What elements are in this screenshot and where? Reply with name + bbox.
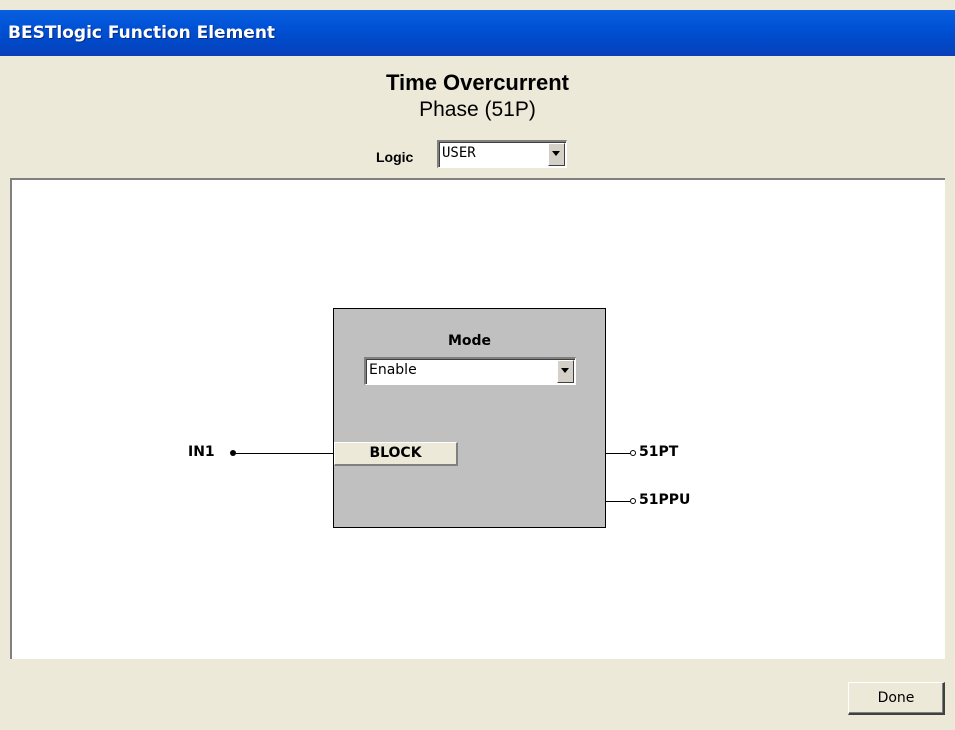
logic-select-value: USER [442, 145, 476, 161]
mode-dropdown-button[interactable] [557, 360, 574, 383]
logic-select[interactable]: USER [437, 140, 567, 168]
input-label-in1: IN1 [188, 444, 215, 460]
mode-select-value: Enable [369, 362, 417, 378]
output-label-51pt: 51PT [639, 444, 679, 460]
logic-dropdown-button[interactable] [548, 143, 565, 166]
done-button[interactable]: Done [848, 682, 945, 715]
output-wire-51ppu [606, 501, 630, 502]
logic-diagram-canvas: IN1 Mode Enable BLOCK 51PT 51PPU [10, 178, 945, 659]
logic-label: Logic [376, 149, 414, 165]
chevron-down-icon [552, 151, 560, 156]
title-bar[interactable]: BESTlogic Function Element [0, 10, 955, 56]
output-label-51ppu: 51PPU [639, 492, 691, 508]
dialog-window: BESTlogic Function Element Time Overcurr… [0, 0, 955, 730]
mode-label: Mode [447, 333, 492, 349]
footer-panel: Done [10, 659, 945, 730]
chevron-down-icon [561, 368, 569, 373]
header-panel: Time Overcurrent Phase (51P) Logic USER [10, 56, 945, 178]
function-subtitle: Phase (51P) [419, 98, 536, 121]
input-wire [234, 453, 334, 454]
block-input-button[interactable]: BLOCK [334, 442, 458, 466]
window-title: BESTlogic Function Element [8, 23, 276, 43]
output-wire-51pt [606, 453, 630, 454]
function-title: Time Overcurrent [385, 70, 569, 95]
output-terminal-51pt [630, 450, 636, 456]
mode-select[interactable]: Enable [364, 357, 576, 385]
function-block: Mode Enable BLOCK [333, 308, 606, 528]
output-terminal-51ppu [630, 498, 636, 504]
